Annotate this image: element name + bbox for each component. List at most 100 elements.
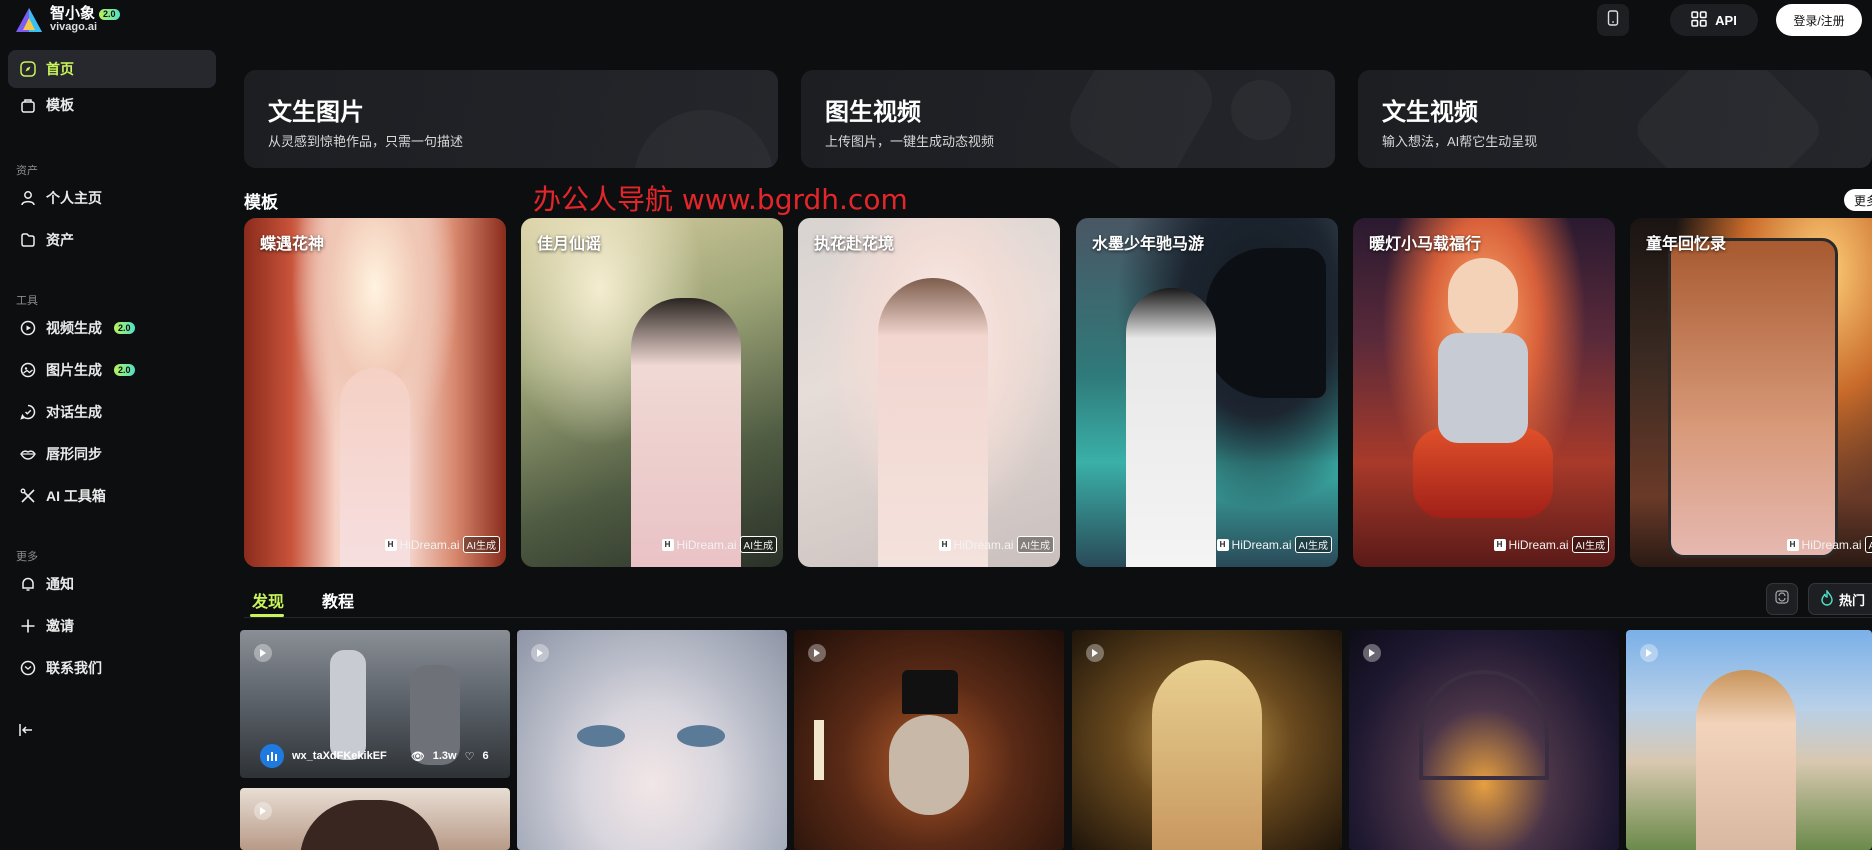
version-badge: 2.0 <box>114 364 135 376</box>
hidream-logo-icon: H <box>1786 538 1799 551</box>
plus-icon <box>20 618 36 634</box>
feature-title: 图生视频 <box>825 99 921 126</box>
feed-arch <box>1419 670 1549 780</box>
sidebar-item-ai-toolbox[interactable]: AI 工具箱 <box>8 477 216 515</box>
template-card[interactable]: 水墨少年驰马游 H HiDream.ai AI生成 <box>1076 218 1338 567</box>
feed-item[interactable] <box>517 630 787 850</box>
sidebar-item-contact[interactable]: 联系我们 <box>8 649 216 687</box>
refresh-button[interactable] <box>1766 583 1798 615</box>
sidebar-item-lip-sync[interactable]: 唇形同步 <box>8 435 216 473</box>
feed-figure <box>1696 670 1796 850</box>
feature-subtitle: 从灵感到惊艳作品，只需一句描述 <box>268 134 464 149</box>
like-count: 6 <box>482 750 489 762</box>
api-button[interactable]: API <box>1670 4 1758 36</box>
sidebar-item-label: 视频生成 <box>46 320 102 336</box>
play-icon <box>1640 644 1658 662</box>
template-card[interactable]: 执花赴花境 H HiDream.ai AI生成 <box>798 218 1060 567</box>
sidebar-item-assets[interactable]: 资产 <box>8 221 216 259</box>
feature-card-text-to-image[interactable]: 文生图片 从灵感到惊艳作品，只需一句描述 <box>244 70 778 168</box>
ai-generated-tag: AI生成 <box>739 536 777 553</box>
template-card[interactable]: 暖灯小马载福行 H HiDream.ai AI生成 <box>1353 218 1615 567</box>
feed-figure <box>300 800 440 850</box>
sidebar-item-label: 图片生成 <box>46 362 102 378</box>
play-icon <box>808 644 826 662</box>
tab-tutorials[interactable]: 教程 <box>322 588 354 612</box>
watermark-text: HiDream.ai <box>1801 537 1862 552</box>
sidebar-item-home[interactable]: 首页 <box>8 50 216 88</box>
sidebar-item-chat-generation[interactable]: 对话生成 <box>8 393 216 431</box>
play-icon <box>254 644 272 662</box>
user-icon <box>20 190 36 206</box>
sidebar-item-image-generation[interactable]: 图片生成 2.0 <box>8 351 216 389</box>
ai-watermark: HHiDream.aiAI生成 <box>661 536 777 553</box>
mail-icon <box>20 660 36 676</box>
ai-watermark: HHiDream.aiAI生成 <box>1786 536 1872 553</box>
play-icon <box>531 644 549 662</box>
feature-card-image-to-video[interactable]: 图生视频 上传图片，一键生成动态视频 <box>801 70 1335 168</box>
hidream-logo-icon: H <box>661 538 674 551</box>
sidebar-item-label: 通知 <box>46 576 74 592</box>
sidebar-item-label: 个人主页 <box>46 190 102 206</box>
eye-icon: 👁 <box>410 750 425 763</box>
top-bar: 智小象 2.0 vivago.ai API 登录/注册 <box>0 0 1872 50</box>
sidebar-item-notifications[interactable]: 通知 <box>8 565 216 603</box>
active-tab-indicator <box>250 614 284 617</box>
chat-icon <box>20 404 36 420</box>
feed-item[interactable]: wx_taXdFKekikEF 👁 1.3w ♡ 6 <box>240 630 510 778</box>
template-card[interactable]: 佳月仙谣 H HiDream.ai AI生成 <box>521 218 783 567</box>
video-icon <box>20 320 36 336</box>
feature-title: 文生图片 <box>268 99 364 126</box>
sort-hot-button[interactable]: 热门 <box>1808 583 1872 615</box>
sidebar-item-label: 资产 <box>46 232 74 248</box>
grid-icon <box>1691 10 1707 30</box>
heart-icon[interactable]: ♡ <box>465 750 475 763</box>
watermark-text: HiDream.ai <box>953 537 1014 552</box>
templates-more-button[interactable]: 更多 <box>1844 189 1872 211</box>
card-figure <box>878 278 988 567</box>
avatar[interactable] <box>260 744 284 768</box>
login-register-button[interactable]: 登录/注册 <box>1776 4 1862 36</box>
template-title: 童年回忆录 <box>1646 236 1727 253</box>
section-label-tools: 工具 <box>16 295 38 307</box>
card-figure <box>1448 258 1518 338</box>
brand-logo[interactable]: 智小象 2.0 vivago.ai <box>14 6 120 34</box>
ai-generated-tag: AI生成 <box>1864 536 1872 553</box>
template-card[interactable]: 蝶遇花神 H HiDream.ai AI生成 <box>244 218 506 567</box>
collapse-sidebar-button[interactable] <box>8 711 42 749</box>
tab-discover[interactable]: 发现 <box>252 588 284 612</box>
mobile-app-button[interactable] <box>1597 4 1629 36</box>
sidebar-item-profile[interactable]: 个人主页 <box>8 179 216 217</box>
card-horse <box>1206 248 1326 398</box>
template-title: 蝶遇花神 <box>260 236 325 253</box>
card-phone-frame <box>1668 238 1838 558</box>
sidebar-item-video-generation[interactable]: 视频生成 2.0 <box>8 309 216 347</box>
feed-item[interactable] <box>240 788 510 850</box>
section-label-assets: 资产 <box>16 165 38 177</box>
api-label: API <box>1715 12 1737 28</box>
template-card[interactable]: 童年回忆录 HHiDream.aiAI生成 <box>1630 218 1872 567</box>
brand-name: 智小象 <box>50 5 96 23</box>
sidebar: 首页 模板 资产 个人主页 资产 工具 视频生成 2.0 图片生成 2.0 对话… <box>0 50 224 850</box>
hidream-logo-icon: H <box>938 538 951 551</box>
watermark-text: HiDream.ai <box>1231 537 1292 552</box>
feed-item[interactable] <box>1072 630 1342 850</box>
sidebar-item-templates[interactable]: 模板 <box>8 86 216 124</box>
feature-card-text-to-video[interactable]: 文生视频 输入想法，AI帮它生动呈现 <box>1358 70 1872 168</box>
feed-item[interactable] <box>1626 630 1872 850</box>
phone-icon <box>1607 9 1619 31</box>
watermark-text: HiDream.ai <box>399 537 460 552</box>
feed-item[interactable] <box>1349 630 1619 850</box>
tools-icon <box>20 488 36 504</box>
card-figure-body <box>1438 333 1528 443</box>
ai-watermark: HHiDream.aiAI生成 <box>938 536 1054 553</box>
sidebar-item-label: 邀请 <box>46 618 74 634</box>
feed-item[interactable] <box>794 630 1064 850</box>
ai-watermark: HHiDream.aiAI生成 <box>1493 536 1609 553</box>
sidebar-item-invite[interactable]: 邀请 <box>8 607 216 645</box>
image-icon <box>20 362 36 378</box>
play-icon <box>254 802 272 820</box>
feed-candle <box>814 720 824 780</box>
ai-generated-tag: AI生成 <box>462 536 500 553</box>
refresh-icon <box>1774 589 1790 610</box>
username[interactable]: wx_taXdFKekikEF <box>292 750 387 762</box>
